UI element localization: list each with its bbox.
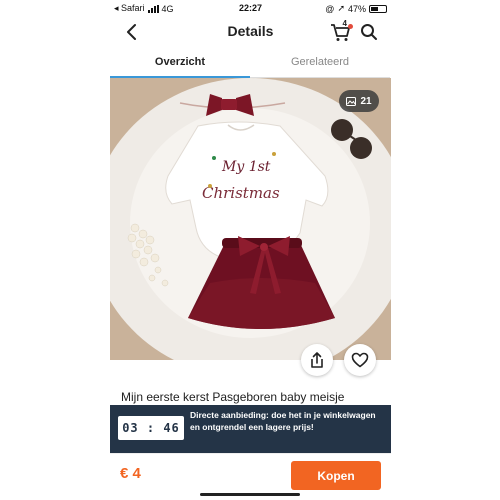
price: € 4 xyxy=(120,465,141,482)
purchase-bar: € 4 Kopen xyxy=(110,453,391,500)
location-icon: @ xyxy=(325,3,335,14)
tab-overzicht[interactable]: Overzicht xyxy=(110,50,250,78)
image-count-badge[interactable]: 21 xyxy=(339,90,379,112)
tab-gerelateerd[interactable]: Gerelateerd xyxy=(250,50,390,78)
product-image[interactable]: My 1st Christmas 21 xyxy=(110,78,391,360)
heart-icon xyxy=(351,352,369,368)
product-photo: My 1st Christmas xyxy=(110,78,391,360)
onesie-print-line1: My 1st xyxy=(221,159,271,175)
battery-level xyxy=(371,6,378,11)
status-bar: ◂ Safari 4G 22:27 @ ➚ 47% xyxy=(110,0,391,16)
deal-text: Directe aanbieding: doe het in je winkel… xyxy=(190,410,376,432)
product-title: Mijn eerste kerst Pasgeboren baby meisje xyxy=(121,390,345,404)
cart-count: 4 xyxy=(342,19,347,28)
image-icon xyxy=(346,96,357,106)
top-navigation: Details 4 xyxy=(110,16,391,48)
favorite-button[interactable] xyxy=(344,344,376,376)
share-button[interactable] xyxy=(301,344,333,376)
detail-tabs: Overzicht Gerelateerd xyxy=(110,50,391,78)
cart-notification-dot xyxy=(348,24,353,29)
app-screen: ◂ Safari 4G 22:27 @ ➚ 47% Details 4 Over… xyxy=(110,0,391,500)
status-right: @ ➚ 47% xyxy=(325,3,387,14)
arrow-icon: ➚ xyxy=(337,3,345,13)
countdown-timer: 03 : 46 xyxy=(118,416,184,440)
onesie-print-line2: Christmas xyxy=(202,184,280,202)
share-icon xyxy=(311,352,323,368)
battery-percent: 47% xyxy=(347,3,366,14)
image-count: 21 xyxy=(360,95,372,107)
deal-banner[interactable]: 03 : 46 Directe aanbieding: doe het in j… xyxy=(110,405,391,453)
buy-button[interactable]: Kopen xyxy=(291,461,381,490)
search-icon[interactable] xyxy=(359,22,379,42)
home-indicator xyxy=(200,493,300,496)
battery-icon xyxy=(369,4,387,13)
